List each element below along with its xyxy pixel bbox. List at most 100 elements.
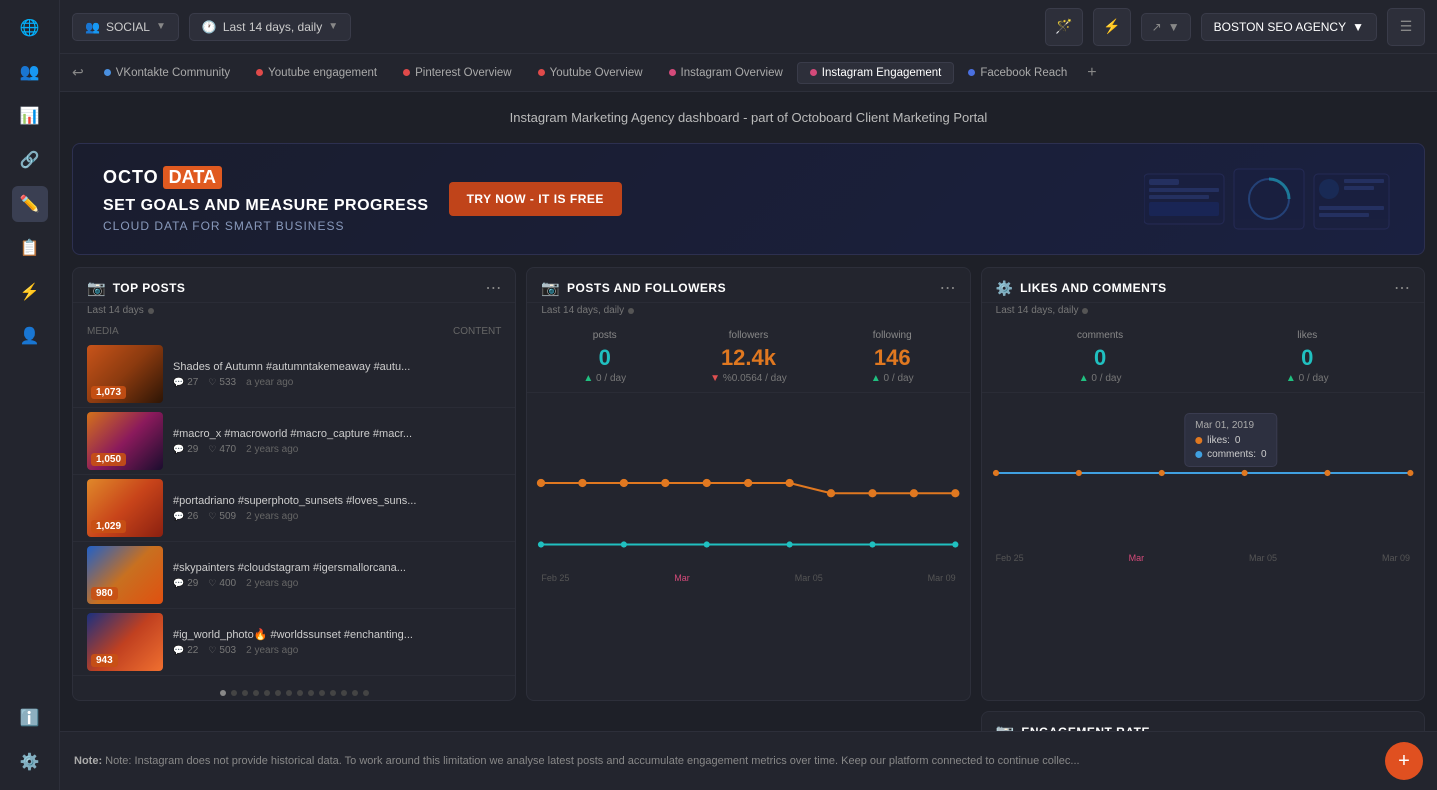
dot-5[interactable] [264, 690, 270, 696]
tab-dot-vkontakte [104, 69, 111, 76]
tab-dot-ig-eng [810, 69, 817, 76]
sidebar-icon-settings[interactable]: ⚙️ [12, 744, 48, 780]
sidebar-icon-chart[interactable]: 📊 [12, 98, 48, 134]
tooltip-likes-row: likes: 0 [1195, 435, 1266, 446]
post-date-2: 2 years ago [246, 444, 298, 455]
top-posts-title: TOP POSTS [113, 281, 186, 295]
likes-rate: ▲ 0 / day [1286, 373, 1329, 384]
sidebar-icon-user[interactable]: 👤 [12, 318, 48, 354]
comment-icon-1: 💬 [173, 377, 184, 388]
post-content-2: #macro_x #macroworld #macro_capture #mac… [173, 428, 501, 440]
comments-arrow: ▲ [1079, 373, 1089, 384]
banner-visual [642, 164, 1394, 234]
axis-mar-lc: Mar [1129, 553, 1145, 563]
post-thumbnail-2[interactable]: 1,050 [87, 412, 163, 470]
menu-button[interactable]: ☰ [1387, 8, 1425, 46]
axis-mar09-followers: Mar 09 [928, 573, 956, 583]
like-icon-1: ♡ [208, 377, 216, 388]
info-dot-followers [628, 308, 634, 314]
followers-stat: followers 12.4k ▼ %0.0564 / day [710, 330, 787, 384]
tab-dot-fb [968, 69, 975, 76]
posts-followers-card: 📷 POSTS AND FOLLOWERS ⋯ Last 14 days, da… [526, 267, 970, 701]
banner-subline: CLOUD DATA FOR SMART BUSINESS [103, 219, 429, 233]
post-date-3: 2 years ago [246, 511, 298, 522]
post-content-4: #skypainters #cloudstagram #igersmallorc… [173, 562, 501, 574]
post-content-5: #ig_world_photo🔥 #worldssunset #enchanti… [173, 628, 501, 641]
post-comments-5: 💬 22 [173, 645, 198, 656]
post-date-1: a year ago [246, 377, 293, 388]
tab-pinterest[interactable]: Pinterest Overview [391, 63, 524, 83]
posts-followers-subtitle: Last 14 days, daily [527, 303, 969, 322]
pagination-dots [73, 682, 515, 700]
likes-comments-header: ⚙️ LIKES AND COMMENTS ⋯ [982, 268, 1424, 303]
sidebar-icon-share[interactable]: 🔗 [12, 142, 48, 178]
share-button[interactable]: ↗ ▼ [1141, 13, 1191, 41]
sidebar-icon-clipboard[interactable]: 📋 [12, 230, 48, 266]
dot-10[interactable] [319, 690, 325, 696]
post-meta-5: 💬 22 ♡ 503 2 years ago [173, 645, 501, 656]
lightning-button[interactable]: ⚡ [1093, 8, 1131, 46]
date-dropdown[interactable]: 🕐 Last 14 days, daily ▼ [189, 13, 351, 41]
dot-2[interactable] [231, 690, 237, 696]
dashboard-grid: 📷 TOP POSTS ⋯ Last 14 days media content… [72, 267, 1425, 701]
dot-11[interactable] [330, 690, 336, 696]
sidebar-icon-bolt[interactable]: ⚡ [12, 274, 48, 310]
axis-feb25-followers: Feb 25 [541, 573, 569, 583]
social-dropdown[interactable]: 👥 SOCIAL ▼ [72, 13, 179, 41]
dot-7[interactable] [286, 690, 292, 696]
try-now-button[interactable]: TRY NOW - IT IS FREE [449, 182, 622, 216]
sidebar-icon-globe[interactable]: 🌐 [12, 10, 48, 46]
axis-mar05-lc: Mar 05 [1249, 553, 1277, 563]
post-thumbnail-5[interactable]: 943 [87, 613, 163, 671]
top-posts-subtitle: Last 14 days [73, 303, 515, 322]
sidebar-icon-pencil[interactable]: ✏️ [12, 186, 48, 222]
axis-mar-followers: Mar [674, 573, 690, 583]
posts-followers-header: 📷 POSTS AND FOLLOWERS ⋯ [527, 268, 969, 303]
lc-axis-labels: Feb 25 Mar Mar 05 Mar 09 [982, 553, 1424, 567]
post-comments-2: 💬 29 [173, 444, 198, 455]
likes-label: likes [1286, 330, 1329, 341]
post-thumbnail-1[interactable]: 1,073 [87, 345, 163, 403]
dot-1[interactable] [220, 690, 226, 696]
tabbar: ↩ VKontakte Community Youtube engagement… [60, 54, 1437, 92]
dot-14[interactable] [363, 690, 369, 696]
post-likes-5: ♡ 503 [208, 645, 236, 656]
info-dot-posts [148, 308, 154, 314]
agency-dropdown[interactable]: BOSTON SEO AGENCY ▼ [1201, 13, 1377, 41]
likes-comments-menu[interactable]: ⋯ [1394, 278, 1410, 298]
sidebar-icon-info[interactable]: ℹ️ [12, 700, 48, 736]
tab-youtube-engagement[interactable]: Youtube engagement [244, 63, 389, 83]
comment-icon-3: 💬 [173, 511, 184, 522]
dot-8[interactable] [297, 690, 303, 696]
tab-instagram-engagement[interactable]: Instagram Engagement [797, 62, 955, 84]
dot-12[interactable] [341, 690, 347, 696]
following-label: following [871, 330, 914, 341]
posts-followers-menu[interactable]: ⋯ [940, 278, 956, 298]
dot-4[interactable] [253, 690, 259, 696]
sidebar-icon-users[interactable]: 👥 [12, 54, 48, 90]
tab-instagram-overview[interactable]: Instagram Overview [657, 63, 795, 83]
fab-add-button[interactable]: + [1385, 742, 1423, 780]
likes-comments-header-left: ⚙️ LIKES AND COMMENTS [996, 280, 1167, 297]
tab-add-button[interactable]: + [1081, 62, 1102, 84]
post-content-3: #portadriano #superphoto_sunsets #loves_… [173, 495, 501, 507]
dot-13[interactable] [352, 690, 358, 696]
dot-9[interactable] [308, 690, 314, 696]
post-score-5: 943 [91, 654, 118, 667]
followers-chart [541, 401, 955, 565]
magic-button[interactable]: 🪄 [1045, 8, 1083, 46]
tab-youtube-overview[interactable]: Youtube Overview [526, 63, 655, 83]
octo-label: OCTO DATA [103, 166, 429, 189]
dot-6[interactable] [275, 690, 281, 696]
post-thumbnail-3[interactable]: 1,029 [87, 479, 163, 537]
post-info-4: #skypainters #cloudstagram #igersmallorc… [173, 562, 501, 589]
posts-rate-arrow: ▲ [583, 373, 593, 384]
dot-3[interactable] [242, 690, 248, 696]
tab-redirect-icon[interactable]: ↩ [66, 62, 90, 83]
top-posts-menu[interactable]: ⋯ [485, 278, 501, 298]
tab-facebook-reach[interactable]: Facebook Reach [956, 63, 1079, 83]
tab-vkontakte[interactable]: VKontakte Community [92, 63, 242, 83]
post-thumbnail-4[interactable]: 980 [87, 546, 163, 604]
top-posts-card: 📷 TOP POSTS ⋯ Last 14 days media content… [72, 267, 516, 701]
topbar: 👥 SOCIAL ▼ 🕐 Last 14 days, daily ▼ 🪄 ⚡ ↗… [60, 0, 1437, 54]
